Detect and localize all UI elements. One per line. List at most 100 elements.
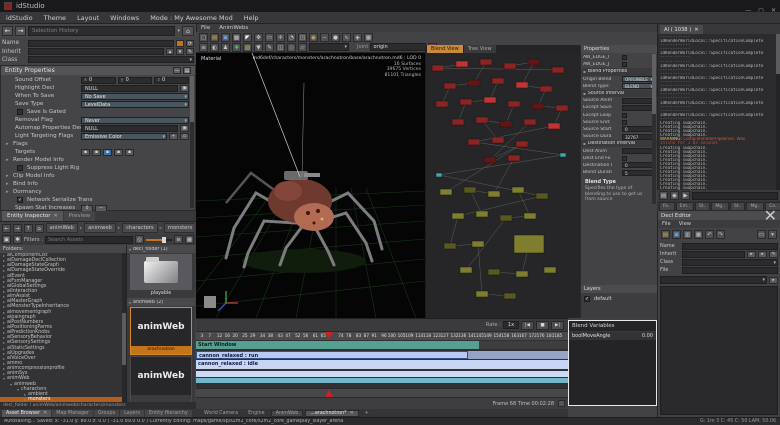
graph-node[interactable] [439,188,453,196]
name-input[interactable] [682,242,778,250]
scrollbar[interactable] [652,54,656,204]
tab-entity-hierarchy[interactable]: Entity Hierarchy [144,409,192,417]
breadcrumb-item[interactable]: characters [122,223,158,233]
coordinate-field[interactable]: z0 [154,76,190,84]
add-icon[interactable]: + [169,132,178,140]
timeline-scrubber[interactable] [196,388,568,397]
folder-tree[interactable]: ▸ aiComponentList ▸ aiDamageDeclCollection ▸… [0,253,126,402]
scale-icon[interactable]: ◳ [298,32,307,42]
browse-icon[interactable]: ▣ [180,84,189,92]
lock-icon[interactable]: ◉ [309,32,318,42]
checkbox[interactable] [622,62,627,68]
checkbox[interactable] [17,109,23,115]
mesh-icon[interactable]: ▧ [243,42,252,52]
filter-icon[interactable]: ▣ [2,235,11,244]
graph-node[interactable] [491,77,505,85]
graph-node[interactable] [475,290,489,298]
caret-icon[interactable]: ▸ [6,181,13,187]
tab-map-manager[interactable]: Map Manager [52,409,93,417]
paint-icon[interactable]: ▼ [254,42,263,52]
graph-node[interactable] [535,192,549,200]
file-input[interactable] [682,266,778,274]
dropdown[interactable]: ORIGINBLE▾ [622,76,655,83]
tab-engine[interactable]: Engine [244,410,268,417]
value-field[interactable]: 0 [622,126,655,133]
asset-tile-animweb[interactable]: animWeb arachnotron [130,307,192,355]
inherit-input[interactable] [28,48,164,56]
settings-icon[interactable]: ✱ [13,235,22,244]
back-icon[interactable]: ← [2,223,11,233]
graph-node[interactable] [523,212,537,220]
graph-node[interactable] [499,120,513,128]
clear-icon[interactable]: ▫ [180,132,189,140]
value-field[interactable]: 5 [622,169,655,176]
open-icon[interactable]: ▤ [661,230,670,239]
menu-file[interactable]: File [662,221,671,227]
value-field[interactable]: 32767 [622,133,655,140]
console-filter-tab[interactable]: Mg.. [746,201,765,211]
decl-text-editor[interactable] [660,286,778,415]
graph-node[interactable] [475,116,489,124]
light-icon[interactable]: ● [331,32,340,42]
value-field[interactable] [622,104,655,111]
console-command-input[interactable] [692,191,778,200]
unlink-icon[interactable]: − [320,32,329,42]
asset-tile-animweb[interactable]: animWeb [130,356,192,402]
pan-icon[interactable]: ✥ [254,32,263,42]
menu-view[interactable]: View [679,221,691,227]
console-log[interactable]: ------------ idRenderWorldLocal::Specific… [657,34,780,190]
graph-node[interactable] [499,214,513,222]
graph-node[interactable] [443,242,457,250]
graph-node[interactable] [515,81,529,89]
graph-node[interactable] [451,118,465,126]
decl-type-dropdown[interactable]: ▾ [660,276,767,284]
graph-node[interactable] [435,100,449,108]
menu-theme[interactable]: Theme [44,14,66,22]
clip-bar[interactable]: cannon_relaxed : run [196,350,468,359]
menu-windows[interactable]: Windows [110,14,139,22]
tab-layers[interactable]: Layers [120,409,144,417]
panel-menu-icon[interactable]: ▤ [183,67,191,74]
close-icon[interactable]: ✕ [350,410,354,416]
layers-icon[interactable]: ≡ [199,42,208,52]
back-button[interactable]: ← [2,26,13,36]
rate-dropdown[interactable]: 1x [503,321,519,329]
home-icon[interactable]: ⌂ [182,26,194,36]
coordinate-field[interactable]: x0 [81,76,116,84]
property-section-blend-properties[interactable]: ▪ Blend Properties [581,68,657,76]
browse-icon[interactable]: ▣ [180,124,189,132]
graph-node[interactable] [515,140,529,148]
graph-node[interactable] [471,240,485,248]
property-section-destination-interval[interactable]: ▪ Destination Interval [581,140,657,148]
graph-node[interactable] [431,64,445,72]
decl-prev-button[interactable]: ▸ [747,250,756,258]
ghost-icon[interactable]: ♟ [221,42,230,52]
graph-node[interactable] [479,58,493,66]
pen-icon[interactable]: ✎ [265,42,274,52]
target-icon[interactable]: ◎ [287,42,296,52]
value-field[interactable]: 0 [622,162,655,169]
mode-dropdown[interactable]: ▾ [309,43,349,51]
value-field[interactable] [622,97,655,104]
asset-tile-folder[interactable]: playable [130,254,192,297]
tab-arachnotron[interactable]: ...arachnotron* ✕ [305,409,359,417]
checkbox[interactable] [17,165,23,171]
graph-node[interactable] [475,210,489,218]
new-icon[interactable]: ▢ [199,32,208,42]
select-region-icon[interactable]: ▭ [757,230,766,239]
copy-icon[interactable]: ▥ [683,230,692,239]
options-icon[interactable]: ▾ [768,230,777,239]
caret-icon[interactable]: ▸ [6,141,13,147]
blend-variable-row[interactable]: boolMoveAngle 0.00 [569,332,656,341]
target-button[interactable]: ▪ [81,148,90,156]
menu-file[interactable]: File [201,25,210,31]
forward-icon[interactable]: → [12,223,22,233]
bone-icon[interactable]: ✚ [232,42,241,52]
3d-viewport[interactable]: Material md6def/characters/monsters/arac… [196,53,425,318]
console-filter-tab[interactable]: Fa.. [659,201,675,211]
console-filter-tab[interactable]: St.. [694,201,711,211]
graph-node[interactable] [487,268,501,276]
redo-icon[interactable]: ↷ [716,230,725,239]
paste-icon[interactable]: ▦ [694,230,703,239]
decl-field[interactable]: NULL [81,84,178,92]
